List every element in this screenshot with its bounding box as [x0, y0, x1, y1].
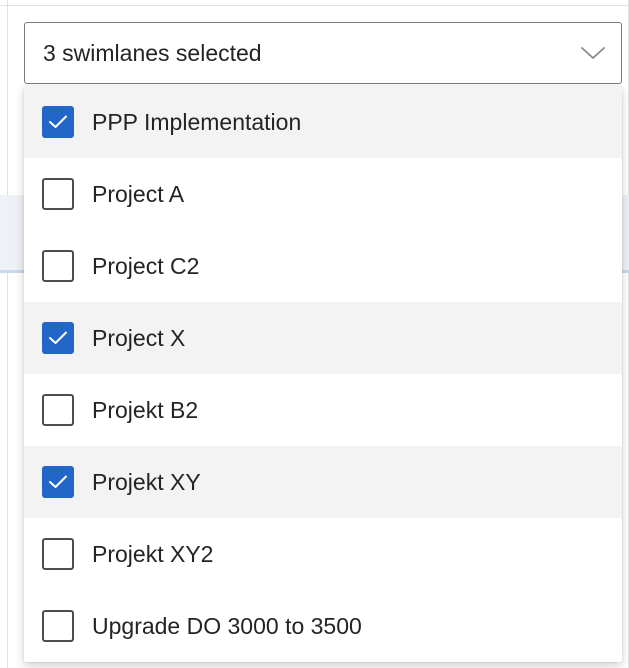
checkmark-icon	[49, 331, 67, 344]
option-label: Projekt B2	[92, 396, 199, 423]
option-projekt-b2[interactable]: Projekt B2	[24, 374, 622, 446]
background-border-left	[7, 0, 8, 668]
option-label: PPP Implementation	[92, 108, 302, 135]
checkbox[interactable]	[42, 250, 74, 282]
swimlane-dropdown-list: PPP Implementation Project A Project C2 …	[24, 86, 622, 662]
option-label: Project A	[92, 180, 185, 207]
option-label: Projekt XY2	[92, 540, 214, 567]
background-divider	[0, 5, 629, 6]
swimlane-select[interactable]: 3 swimlanes selected	[24, 22, 622, 84]
checkbox[interactable]	[42, 178, 74, 210]
option-upgrade-do-3000-to-3500[interactable]: Upgrade DO 3000 to 3500	[24, 590, 622, 662]
checkbox[interactable]	[42, 538, 74, 570]
option-label: Project X	[92, 324, 186, 351]
checkbox[interactable]	[42, 106, 74, 138]
option-label: Projekt XY	[92, 468, 201, 495]
checkbox[interactable]	[42, 322, 74, 354]
checkbox[interactable]	[42, 610, 74, 642]
option-projekt-xy2[interactable]: Projekt XY2	[24, 518, 622, 590]
option-ppp-implementation[interactable]: PPP Implementation	[24, 86, 622, 158]
checkbox[interactable]	[42, 394, 74, 426]
select-value: 3 swimlanes selected	[43, 39, 262, 66]
option-projekt-xy[interactable]: Projekt XY	[24, 446, 622, 518]
option-project-a[interactable]: Project A	[24, 158, 622, 230]
checkmark-icon	[49, 115, 67, 128]
checkmark-icon	[49, 475, 67, 488]
chevron-down-icon[interactable]	[579, 43, 607, 63]
option-project-c2[interactable]: Project C2	[24, 230, 622, 302]
checkbox[interactable]	[42, 466, 74, 498]
page: 3 swimlanes selected PPP Implementation …	[0, 0, 629, 668]
option-project-x[interactable]: Project X	[24, 302, 622, 374]
option-label: Project C2	[92, 252, 200, 279]
option-label: Upgrade DO 3000 to 3500	[92, 612, 362, 639]
